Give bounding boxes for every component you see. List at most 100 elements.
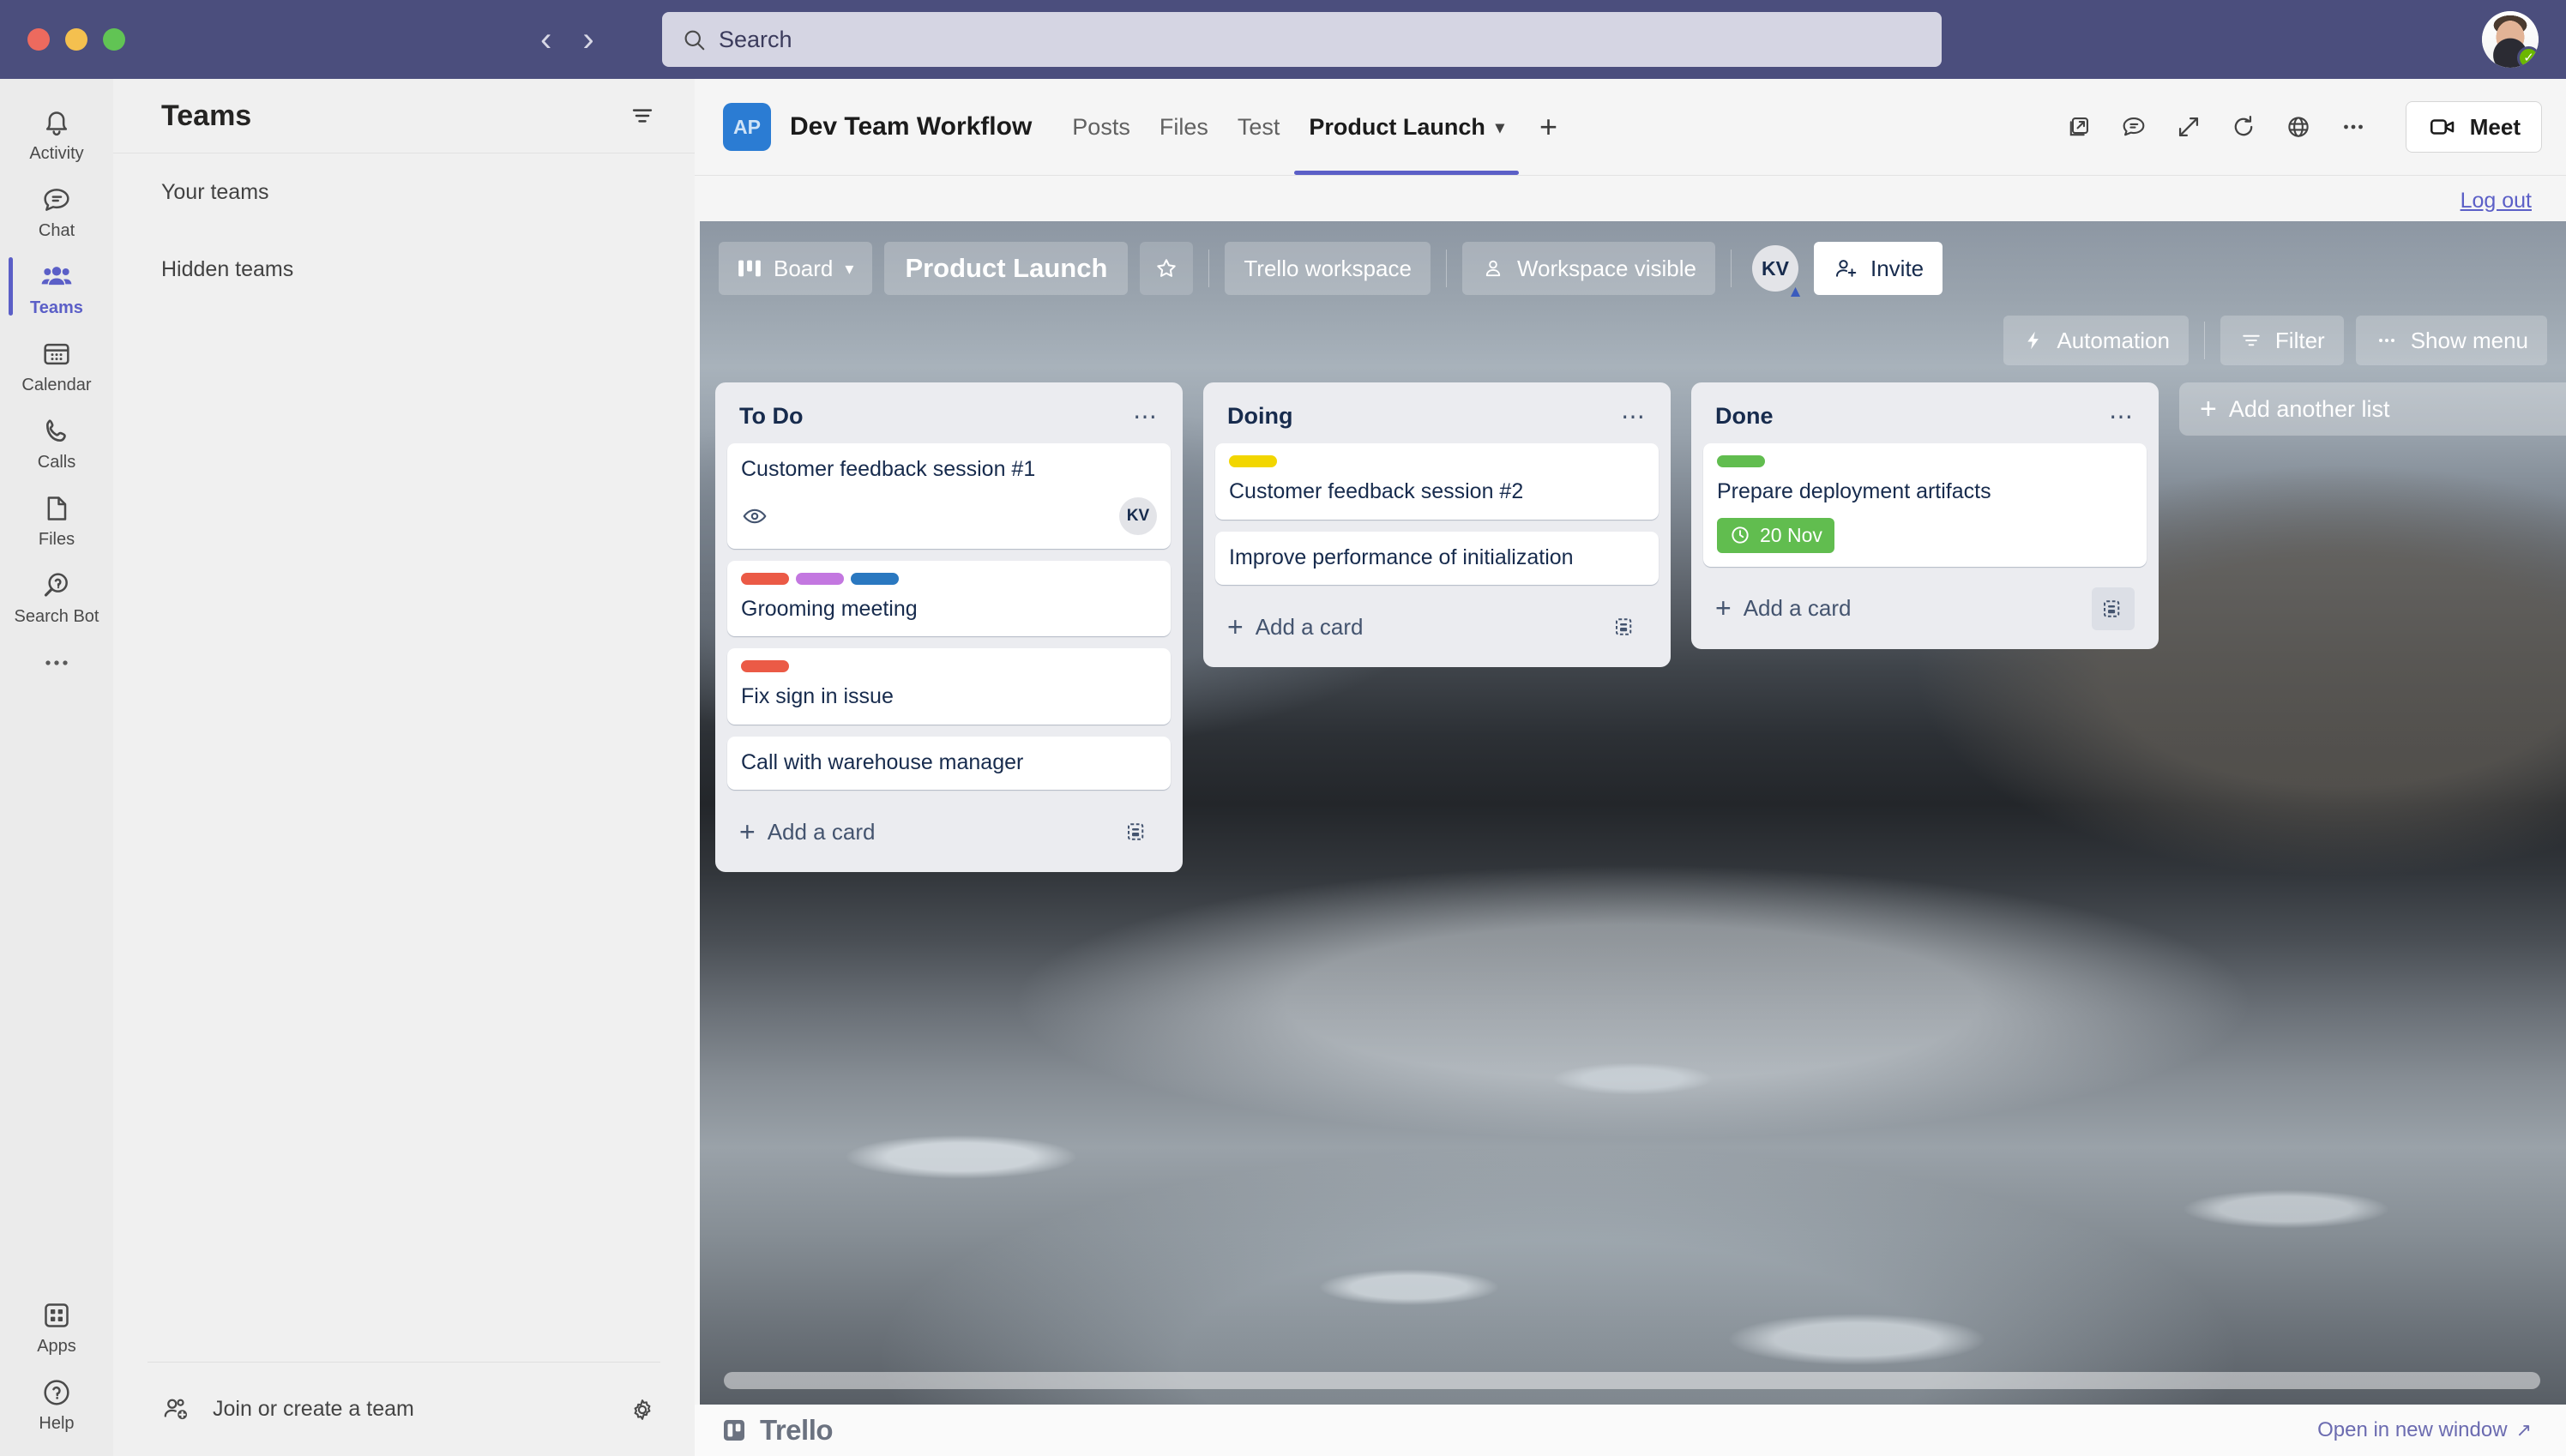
logout-link[interactable]: Log out <box>2461 189 2532 214</box>
card-label-green[interactable] <box>1717 455 1765 467</box>
card-label-yellow[interactable] <box>1229 455 1277 467</box>
avatar[interactable]: ✓ <box>2482 11 2539 68</box>
add-tab-button[interactable]: + <box>1519 109 1578 145</box>
tab-product-launch[interactable]: Product Launch ▾ <box>1294 79 1519 175</box>
card[interactable]: Customer feedback session #1 KV <box>727 443 1171 549</box>
board-member-avatar[interactable]: KV ▲ <box>1751 245 1804 300</box>
list-menu-icon[interactable]: ⋯ <box>1621 404 1647 428</box>
add-card-label: Add a card <box>1255 613 1364 640</box>
card-label-red[interactable] <box>741 572 789 585</box>
window-close-button[interactable] <box>27 28 50 51</box>
sidebar-item-files[interactable]: Files <box>0 480 113 557</box>
sidebar-item-apps[interactable]: Apps <box>0 1287 113 1364</box>
pop-out-icon[interactable] <box>2064 112 2093 141</box>
horizontal-scrollbar[interactable] <box>724 1372 2540 1389</box>
card-label-purple[interactable] <box>796 572 844 585</box>
card[interactable]: Fix sign in issue <box>727 648 1171 725</box>
teams-group-hidden-teams[interactable]: Hidden teams <box>113 231 695 308</box>
sidebar-item-calls[interactable]: Calls <box>0 403 113 480</box>
card-labels <box>741 660 1157 672</box>
add-card-button[interactable]: + Add a card <box>1715 593 1851 624</box>
sidebar-item-activity[interactable]: Activity <box>0 94 113 171</box>
card-due-date-badge[interactable]: 20 Nov <box>1717 517 1834 553</box>
star-button[interactable] <box>1140 242 1194 295</box>
window-maximize-button[interactable] <box>103 28 125 51</box>
conversation-icon[interactable] <box>2119 112 2148 141</box>
teams-panel: Teams Your teams Hidden teams Join or cr… <box>113 79 695 1456</box>
board-view-button[interactable]: Board ▾ <box>719 242 873 295</box>
more-icon <box>45 660 68 665</box>
card-template-icon <box>1616 618 1632 635</box>
add-card-button[interactable]: + Add a card <box>1227 611 1363 643</box>
app-rail: Activity Chat Teams Calendar Calls Files… <box>0 79 113 1456</box>
search-placeholder: Search <box>719 26 792 52</box>
tab-test[interactable]: Test <box>1223 79 1295 175</box>
plus-icon: + <box>2200 392 2217 425</box>
card-template-button[interactable] <box>1604 605 1647 648</box>
star-icon <box>1157 259 1177 277</box>
forward-icon[interactable]: › <box>582 22 593 57</box>
card[interactable]: Call with warehouse manager <box>727 736 1171 790</box>
card-template-button[interactable] <box>1116 810 1159 853</box>
invite-button[interactable]: Invite <box>1813 242 1943 295</box>
gear-icon[interactable] <box>628 1395 657 1424</box>
calendar-icon <box>44 343 69 365</box>
sidebar-item-chat[interactable]: Chat <box>0 171 113 249</box>
more-options-icon[interactable] <box>2339 112 2368 141</box>
filter-button[interactable]: Filter <box>2220 316 2344 365</box>
list-header: Doing ⋯ <box>1215 396 1659 443</box>
sidebar-item-more[interactable] <box>0 635 113 688</box>
sidebar-item-help[interactable]: Help <box>0 1364 113 1456</box>
eye-icon <box>743 508 767 523</box>
tab-posts[interactable]: Posts <box>1057 79 1145 175</box>
chat-icon <box>44 189 69 211</box>
add-card-row: + Add a card <box>1703 579 2147 641</box>
card-template-icon <box>1128 823 1144 840</box>
board-header: Board ▾ Product Launch Trello workspace … <box>700 221 2566 300</box>
filter-icon[interactable] <box>628 101 657 130</box>
meet-button[interactable]: Meet <box>2405 101 2542 153</box>
join-or-create-team-button[interactable]: Join or create a team <box>161 1394 414 1425</box>
back-icon[interactable]: ‹ <box>540 22 551 57</box>
card[interactable]: Improve performance of initialization <box>1215 531 1659 585</box>
card[interactable]: Prepare deployment artifacts 20 Nov <box>1703 443 2147 567</box>
navigation-arrows: ‹ › <box>540 22 594 57</box>
card[interactable]: Grooming meeting <box>727 560 1171 636</box>
divider <box>1208 250 1210 287</box>
teams-group-your-teams[interactable]: Your teams <box>113 153 695 231</box>
add-card-button[interactable]: + Add a card <box>739 816 875 848</box>
bell-icon <box>45 111 68 135</box>
workspace-button[interactable]: Trello workspace <box>1225 242 1431 295</box>
globe-icon[interactable] <box>2284 112 2313 141</box>
trello-brand-name: Trello <box>760 1414 834 1446</box>
card-member-avatar[interactable]: KV <box>1119 496 1157 535</box>
automation-button[interactable]: Automation <box>2003 316 2189 365</box>
card-label-blue[interactable] <box>851 572 899 585</box>
divider <box>1445 250 1447 287</box>
plus-icon: + <box>1227 611 1244 642</box>
open-in-new-window-link[interactable]: Open in new window ↗ <box>2317 1418 2532 1442</box>
list-title: Done <box>1715 403 1774 429</box>
card[interactable]: Customer feedback session #2 <box>1215 443 1659 520</box>
trello-footer: Trello Open in new window ↗ <box>695 1405 2566 1456</box>
sidebar-item-calendar[interactable]: Calendar <box>0 326 113 403</box>
chevron-down-icon[interactable]: ▾ <box>1496 117 1504 138</box>
card-labels <box>1229 455 1645 467</box>
search-input[interactable]: Search <box>662 12 1942 67</box>
list-menu-icon[interactable]: ⋯ <box>2109 404 2135 428</box>
board-title[interactable]: Product Launch <box>884 242 1129 295</box>
list-menu-icon[interactable]: ⋯ <box>1133 404 1159 428</box>
visibility-button[interactable]: Workspace visible <box>1461 242 1715 295</box>
tab-label: Files <box>1159 113 1208 140</box>
expand-icon[interactable] <box>2174 112 2203 141</box>
sidebar-item-teams[interactable]: Teams <box>0 249 113 326</box>
refresh-icon[interactable] <box>2229 112 2258 141</box>
window-minimize-button[interactable] <box>65 28 87 51</box>
sidebar-item-search-bot[interactable]: Search Bot <box>0 557 113 635</box>
card-template-button[interactable] <box>2092 587 2135 630</box>
add-another-list-button[interactable]: + Add another list <box>2179 382 2566 436</box>
card-label-red[interactable] <box>741 660 789 672</box>
tab-files[interactable]: Files <box>1145 79 1223 175</box>
join-or-create-team-row[interactable]: Join or create a team <box>113 1363 695 1456</box>
show-menu-button[interactable]: Show menu <box>2355 316 2547 365</box>
